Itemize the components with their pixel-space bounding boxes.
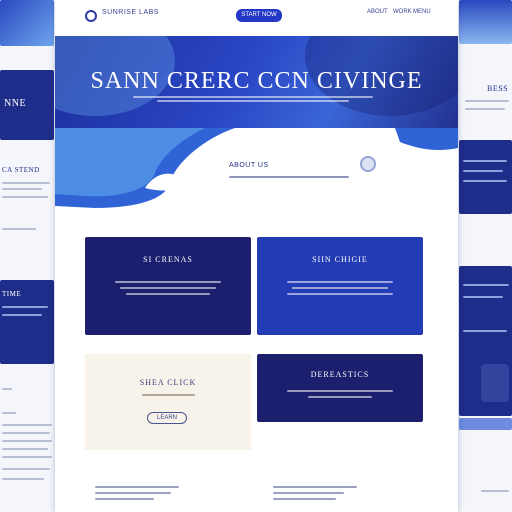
- text-line: [287, 390, 393, 392]
- text-line: [2, 468, 50, 470]
- intro-title: ABOUT US: [229, 162, 269, 169]
- landing-page: SUNRISE LABS START NOW ABOUT WORK MENU S…: [55, 0, 458, 512]
- text-line: [95, 492, 171, 494]
- text-line: [115, 281, 221, 283]
- feature-card-1[interactable]: SI CRENAS: [85, 237, 251, 335]
- text-line: [463, 284, 509, 286]
- start-button[interactable]: START NOW: [236, 9, 282, 22]
- hero-wave-decoration: [55, 128, 458, 208]
- left-hero-block: [0, 0, 54, 46]
- text-line: [2, 188, 42, 190]
- feature-card-4[interactable]: DEREASTICS: [257, 354, 423, 422]
- text-line: [120, 287, 216, 289]
- logo-icon[interactable]: [85, 10, 97, 22]
- nav-link-about[interactable]: ABOUT: [367, 9, 388, 15]
- top-nav: SUNRISE LABS START NOW ABOUT WORK MENU: [55, 0, 458, 34]
- left-caption: TIME: [2, 290, 22, 298]
- text-line: [2, 388, 12, 390]
- text-line: [2, 432, 50, 434]
- text-line: [463, 296, 503, 298]
- text-line: [292, 287, 388, 289]
- text-line: [463, 180, 507, 182]
- background-page-right: BESS: [459, 0, 512, 512]
- text-line: [463, 330, 507, 332]
- right-navy-block: [459, 140, 512, 214]
- text-line: [463, 170, 503, 172]
- nav-link-menu[interactable]: MENU: [413, 9, 431, 15]
- brand-name[interactable]: SUNRISE LABS: [102, 9, 159, 16]
- text-line: [2, 478, 44, 480]
- right-card: [481, 364, 509, 402]
- left-caption: NNE: [4, 98, 27, 109]
- wave-shape-right: [395, 128, 458, 151]
- feature-card-3[interactable]: SHEA CLICK LEARN: [85, 354, 251, 450]
- footer-column: [273, 486, 357, 504]
- text-line: [481, 490, 509, 492]
- text-line: [2, 412, 16, 414]
- card-title: SHEA CLICK: [139, 378, 197, 387]
- card-title: DEREASTICS: [310, 370, 370, 379]
- text-line: [2, 448, 48, 450]
- text-line: [133, 96, 373, 98]
- text-line: [2, 456, 52, 458]
- text-line: [273, 492, 345, 494]
- text-line: [2, 228, 36, 230]
- nav-link-work[interactable]: WORK: [393, 9, 412, 15]
- right-band: [459, 418, 512, 430]
- text-line: [125, 293, 211, 295]
- card-title: SI CRENAS: [143, 255, 193, 264]
- background-page-left: NNE CA STEND TIME: [0, 0, 54, 512]
- hero-subtitle: [133, 96, 373, 102]
- text-line: [2, 182, 50, 184]
- text-line: [465, 108, 505, 110]
- text-line: [2, 314, 42, 316]
- text-line: [141, 394, 195, 396]
- text-line: [95, 486, 179, 488]
- intro-text: [229, 176, 349, 182]
- text-line: [465, 100, 509, 102]
- text-line: [2, 440, 52, 442]
- footer-column: [95, 486, 179, 504]
- right-hero-block: [459, 0, 512, 44]
- text-line: [2, 196, 48, 198]
- text-line: [2, 306, 48, 308]
- text-line: [229, 176, 349, 178]
- text-line: [287, 281, 393, 283]
- right-caption: BESS: [487, 84, 509, 93]
- text-line: [273, 486, 357, 488]
- avatar[interactable]: [360, 156, 376, 172]
- card-title: SIIN CHIGIE: [312, 255, 368, 264]
- text-line: [273, 498, 336, 500]
- text-line: [287, 293, 393, 295]
- hero-title: SANN CRERC CCN CIVINGE: [90, 68, 423, 94]
- text-line: [2, 424, 52, 426]
- feature-card-2[interactable]: SIIN CHIGIE: [257, 237, 423, 335]
- learn-button[interactable]: LEARN: [147, 412, 187, 424]
- text-line: [463, 160, 507, 162]
- text-line: [157, 100, 349, 102]
- text-line: [308, 396, 372, 398]
- text-line: [95, 498, 154, 500]
- hero-banner: SANN CRERC CCN CIVINGE: [55, 36, 458, 128]
- left-caption: CA STEND: [2, 166, 40, 174]
